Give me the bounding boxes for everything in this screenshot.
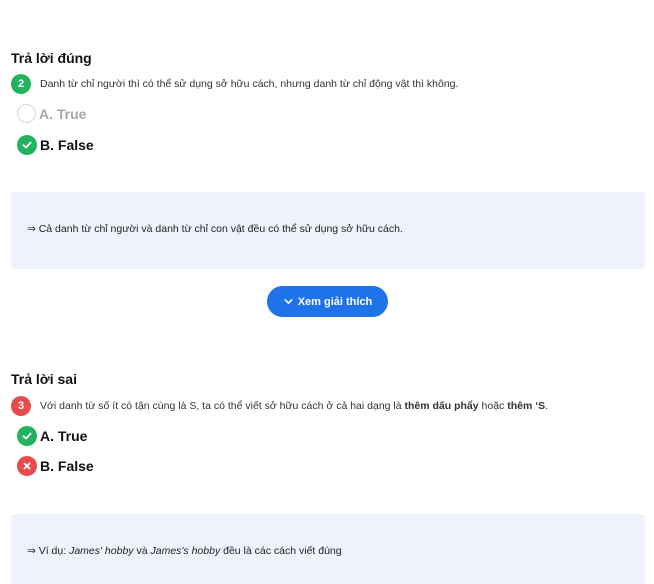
question-text-bold: thêm dấu phẩy <box>404 400 479 412</box>
radio-empty-icon <box>17 104 36 123</box>
option-label: B. False <box>40 458 94 474</box>
explanation-panel: ⇒ Cả danh từ chỉ người và danh từ chỉ co… <box>11 192 645 269</box>
option-label: A. True <box>39 105 87 122</box>
explanation-panel: ⇒ Ví dụ: James' hobby và James's hobby đ… <box>11 514 645 584</box>
question-text-bold: thêm ‘S <box>507 400 546 412</box>
explanation-part: ⇒ Ví dụ: <box>27 545 70 557</box>
question-text: Với danh từ số ít có tận cùng là S, ta c… <box>40 400 548 412</box>
question-text: Danh từ chỉ người thì có thể sử dụng sở … <box>40 78 459 90</box>
question-text-part: hoặc <box>478 400 508 412</box>
question-number-badge: 2 <box>11 74 31 94</box>
option-a[interactable]: A. True <box>17 104 86 123</box>
option-a[interactable]: A. True <box>17 426 87 446</box>
explanation-example: James' hobby <box>69 545 134 557</box>
question-text-part: Với danh từ số ít có tận cùng là S, ta c… <box>40 400 405 412</box>
section-title-correct: Trả lời đúng <box>11 50 92 66</box>
explanation-example: James's hobby <box>150 545 221 557</box>
show-explanation-button[interactable]: Xem giải thích <box>267 286 388 317</box>
explanation-part: và <box>133 545 151 557</box>
question-number-badge: 3 <box>11 396 31 416</box>
option-b[interactable]: B. False <box>17 135 94 155</box>
explanation-part: đều là các cách viết đúng <box>220 545 342 557</box>
show-explanation-label: Xem giải thích <box>297 295 373 308</box>
option-label: A. True <box>40 428 88 444</box>
check-icon <box>17 426 37 446</box>
cross-icon <box>17 456 37 476</box>
chevron-down-icon <box>284 299 293 304</box>
check-icon <box>17 135 37 155</box>
explanation-text: ⇒ Cả danh từ chỉ người và danh từ chỉ co… <box>27 223 403 235</box>
explanation-text: ⇒ Ví dụ: James' hobby và James's hobby đ… <box>27 545 342 557</box>
section-title-wrong: Trả lời sai <box>11 371 77 387</box>
option-label: B. False <box>40 137 94 153</box>
question-text-part: . <box>545 400 549 412</box>
option-b[interactable]: B. False <box>17 456 94 476</box>
